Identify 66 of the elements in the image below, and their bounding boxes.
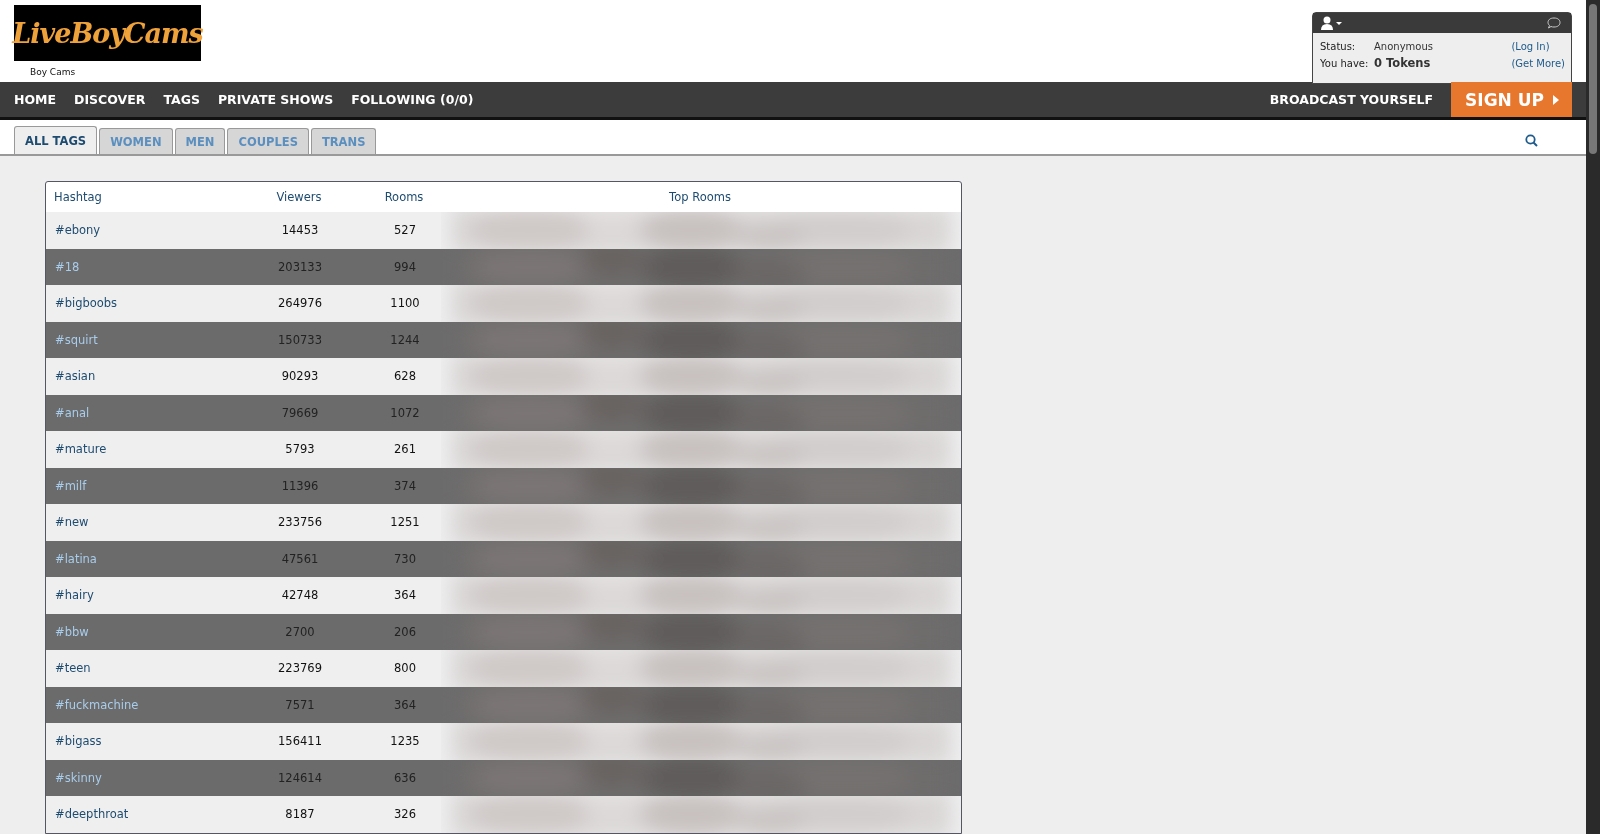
logo-caption: Boy Cams xyxy=(30,67,77,77)
hashtag-link[interactable]: #hairy xyxy=(46,588,230,603)
table-cell-text: 7571 xyxy=(284,697,316,712)
nav-link[interactable]: FOLLOWING (0/0) xyxy=(351,92,474,107)
table-cell-text: 79669 xyxy=(280,405,320,420)
column-header[interactable]: Rooms xyxy=(369,190,439,204)
nav-link[interactable]: DISCOVER xyxy=(74,92,146,107)
table-cell-text: 261 xyxy=(393,442,417,457)
table-cell-text: 364 xyxy=(393,588,417,603)
table-cell-text: 730 xyxy=(393,551,417,566)
hashtag-link[interactable]: #mature xyxy=(46,442,230,457)
caret-icon xyxy=(1552,93,1560,106)
table-cell-text: 326 xyxy=(393,807,417,822)
login-link[interactable]: (Log In) xyxy=(1511,41,1565,52)
table-cell-text: 527 xyxy=(393,223,417,238)
table-cell-text: 233756 xyxy=(277,515,323,530)
filter-tab[interactable]: ALL TAGS xyxy=(14,126,98,154)
table-cell-text: 1235 xyxy=(389,734,421,749)
table-cell-text: 203133 xyxy=(277,259,323,274)
column-header[interactable]: Viewers xyxy=(229,190,369,204)
table-cell-text: 8187 xyxy=(284,807,316,822)
hashtag-link[interactable]: #new xyxy=(46,515,230,530)
hashtag-link[interactable]: #bigass xyxy=(46,734,230,749)
table-cell-text: 364 xyxy=(393,697,417,712)
hashtag-link[interactable]: #deepthroat xyxy=(46,807,230,822)
scrollbar-thumb[interactable] xyxy=(1589,4,1597,154)
hashtag-link[interactable]: #ebony xyxy=(46,223,230,238)
status-value: Anonymous xyxy=(1374,41,1434,52)
tokens-label: You have: xyxy=(1320,58,1370,69)
table-cell-text: 1251 xyxy=(389,515,421,530)
hashtag-link[interactable]: #teen xyxy=(46,661,230,676)
table-cell-text: 90293 xyxy=(280,369,320,384)
table-cell-text: 11396 xyxy=(280,478,320,493)
get-more-link[interactable]: (Get More) xyxy=(1511,58,1565,69)
column-header: Top Rooms xyxy=(668,190,732,204)
table-cell-text: 206 xyxy=(393,624,417,639)
nav-link[interactable]: PRIVATE SHOWS xyxy=(217,92,334,107)
table-cell-text: 994 xyxy=(393,259,417,274)
table-cell-text: 150733 xyxy=(277,332,323,347)
column-header[interactable]: Hashtag xyxy=(46,190,229,204)
table-cell-text: 14453 xyxy=(280,223,320,238)
table-cell-text: 800 xyxy=(393,661,417,676)
search-icon[interactable] xyxy=(1525,133,1538,147)
nav-link[interactable]: TAGS xyxy=(163,92,200,107)
table-cell-text: 47561 xyxy=(280,551,320,566)
table-cell-text: 374 xyxy=(393,478,417,493)
table-cell-text: 42748 xyxy=(280,588,320,603)
nav-link[interactable]: HOME xyxy=(14,92,57,107)
table-cell-text: 223769 xyxy=(277,661,323,676)
chat-bubble-icon[interactable] xyxy=(1547,17,1561,29)
table-cell-text: 636 xyxy=(393,770,417,785)
broadcast-link[interactable]: BROADCAST YOURSELF xyxy=(1269,92,1434,107)
table-cell-text: 156411 xyxy=(277,734,323,749)
table-cell-text: 5793 xyxy=(284,442,316,457)
table-cell-text: 1244 xyxy=(389,332,421,347)
table-cell-text: 1100 xyxy=(389,296,421,311)
table-cell-text: 628 xyxy=(393,369,417,384)
table-cell-text: 1072 xyxy=(389,405,421,420)
user-menu-icon[interactable] xyxy=(1321,16,1345,30)
table-cell-text: 264976 xyxy=(277,296,323,311)
hashtag-link[interactable]: #asian xyxy=(46,369,230,384)
status-label: Status: xyxy=(1320,41,1357,52)
hashtag-link[interactable]: #bigboobs xyxy=(46,296,230,311)
tokens-value: 0 Tokens xyxy=(1374,56,1432,70)
table-cell-text: 124614 xyxy=(277,770,323,785)
table-cell-text: 2700 xyxy=(284,624,316,639)
